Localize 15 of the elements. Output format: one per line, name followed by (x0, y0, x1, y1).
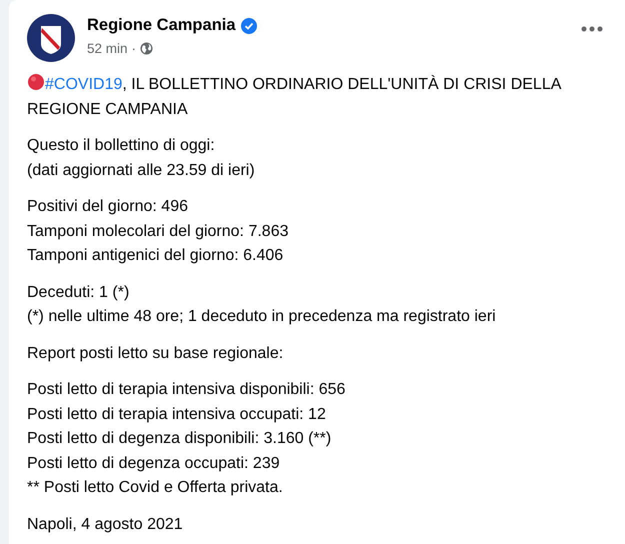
page-name[interactable]: Regione Campania (87, 16, 236, 35)
post-paragraph: Positivi del giorno: 496 Tamponi molecolari del giorno: 7.863 Tamponi antigenici del giorno: 6.406 (27, 197, 290, 266)
post-headline: #COVID19, IL BOLLETTINO ORDINARIO DELL'UNITÀ DI CRISI DELLA REGIONE CAMPANIA (27, 73, 617, 122)
globe-icon[interactable] (140, 42, 154, 55)
post-paragraph: Report posti letto su base regionale: (27, 344, 284, 364)
avatar-logo-icon[interactable] (27, 14, 75, 62)
post-time[interactable]: 52 min (87, 41, 128, 56)
post-paragraph: Napoli, 4 agosto 2021 (27, 514, 184, 534)
more-options-icon[interactable] (581, 26, 603, 32)
post-paragraph: Deceduti: 1 (*) (*) nelle ultime 48 ore; 1 deceduto in precedenza ma registrato ieri (27, 282, 497, 327)
post-paragraph: Questo il bollettino di oggi: (dati aggiornati alle 23.59 di ieri) (27, 136, 256, 180)
separator: · (132, 41, 136, 56)
alert-dot-icon (27, 73, 45, 91)
post-paragraph: Posti letto di terapia intensiva disponibili: 656 Posti letto di terapia intensiva occupati: 12 Posti letto di degenza disponibili: 3.160 (**) Posti letto di degenza occupati: 239 ** Posti letto Covid e Offerta privata. (27, 380, 346, 498)
hashtag-link[interactable]: #COVID19 (45, 76, 122, 93)
